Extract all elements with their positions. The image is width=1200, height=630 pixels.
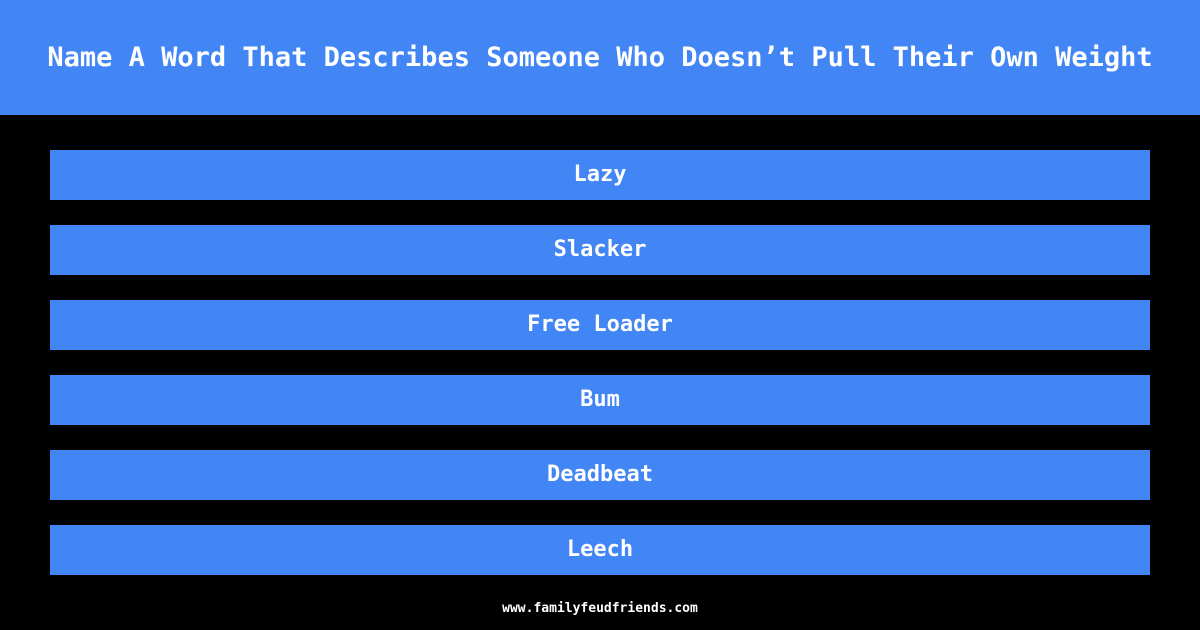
answer-label: Free Loader — [527, 312, 673, 337]
footer: www.familyfeudfriends.com — [0, 597, 1200, 616]
answers-list: Lazy Slacker Free Loader Bum Deadbeat Le… — [0, 115, 1200, 630]
site-url[interactable]: www.familyfeudfriends.com — [502, 601, 698, 616]
answer-bar[interactable]: Leech — [50, 525, 1150, 575]
answer-label: Leech — [566, 537, 634, 562]
question-header: Name A Word That Describes Someone Who D… — [0, 0, 1200, 115]
family-feud-question-card: Name A Word That Describes Someone Who D… — [0, 0, 1200, 630]
answer-label: Slacker — [553, 237, 647, 262]
answer-label: Deadbeat — [547, 462, 653, 487]
answer-bar[interactable]: Free Loader — [50, 300, 1150, 350]
answer-bar[interactable]: Bum — [50, 375, 1150, 425]
answer-label: Bum — [580, 387, 620, 412]
answer-bar[interactable]: Deadbeat — [50, 450, 1150, 500]
question-title: Name A Word That Describes Someone Who D… — [47, 41, 1153, 73]
answer-label: Lazy — [573, 162, 627, 187]
answer-bar[interactable]: Slacker — [50, 225, 1150, 275]
answer-bar[interactable]: Lazy — [50, 150, 1150, 200]
